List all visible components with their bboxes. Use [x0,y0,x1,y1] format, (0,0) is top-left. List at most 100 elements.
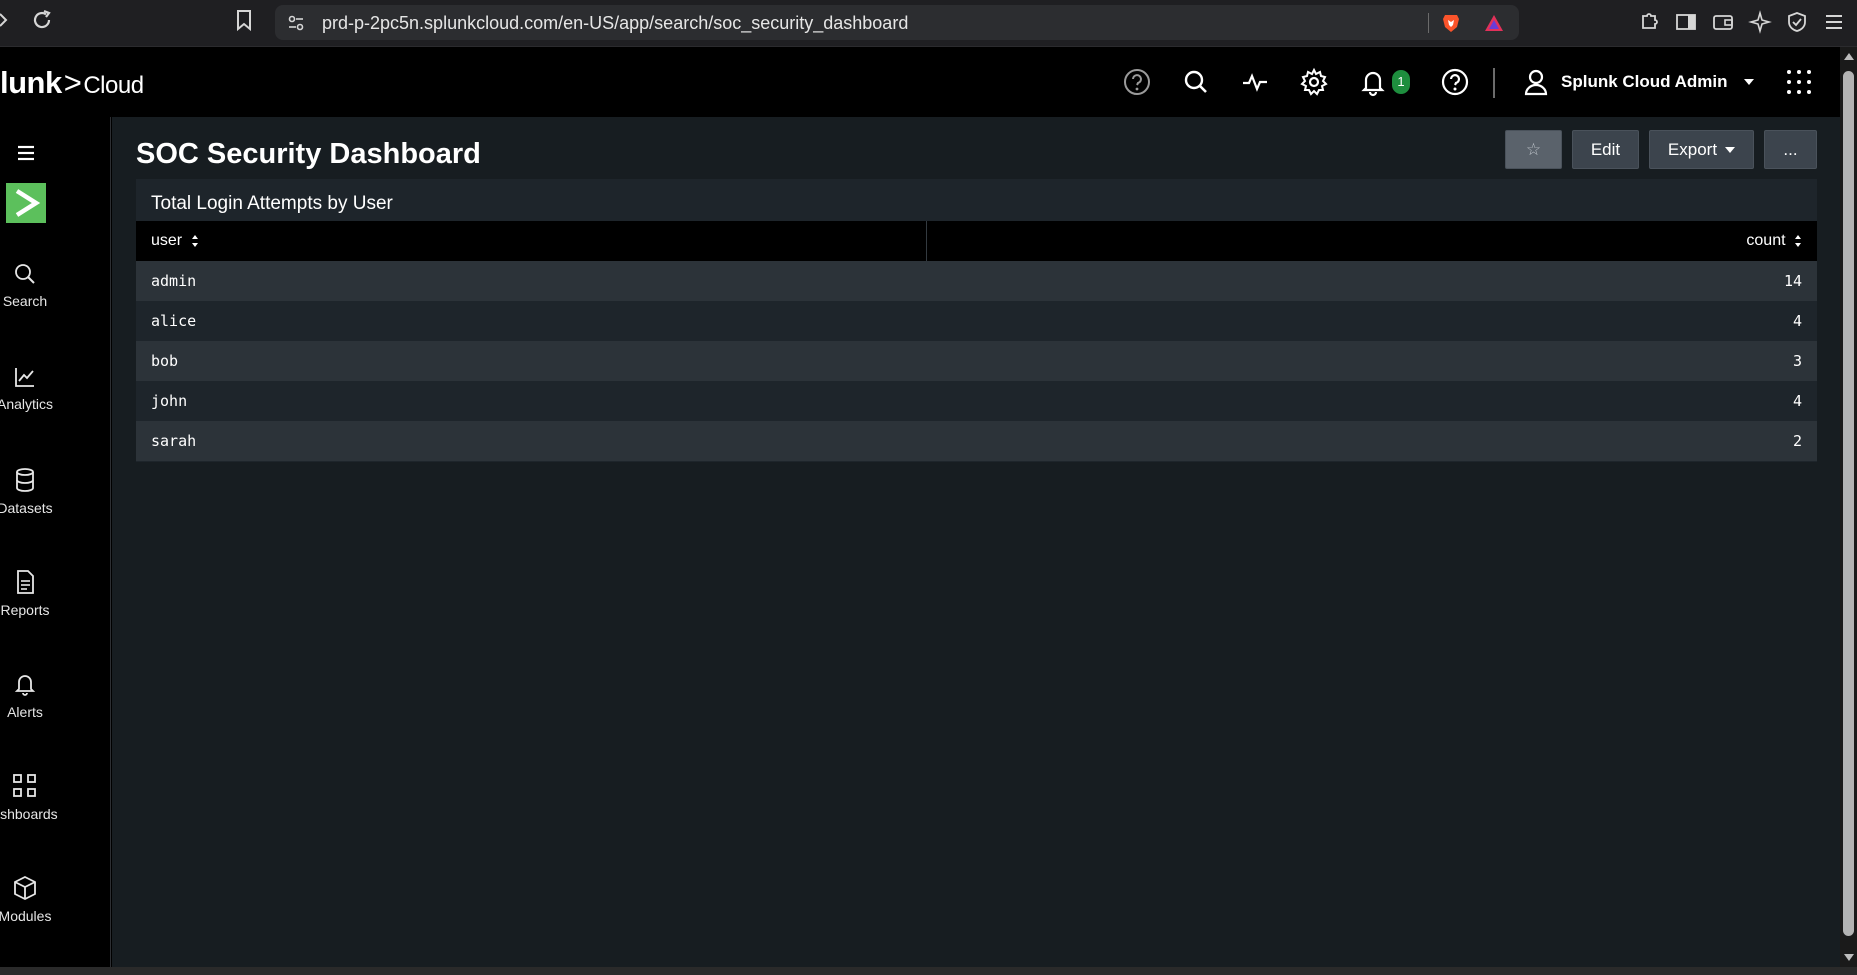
brand-separator: > [63,65,82,100]
database-icon [16,468,34,492]
cell-user: admin [151,272,197,290]
star-icon: ☆ [1525,139,1542,159]
hamburger-menu-icon[interactable] [16,145,36,161]
more-actions-button[interactable]: ... [1764,130,1817,169]
export-button[interactable]: Export [1649,130,1754,169]
back-chevron-icon[interactable] [0,8,10,38]
column-header-count[interactable]: count [1746,221,1802,261]
table-row[interactable]: bob 3 [136,341,1817,381]
sidebar-item-label: Reports [0,602,50,618]
cell-user: alice [151,312,197,330]
activity-icon[interactable] [1240,67,1270,97]
sidebar-item-label: Search [2,293,48,309]
dashboard-main: SOC Security Dashboard ☆ Edit Export ...… [112,117,1840,967]
scroll-down-arrow-icon[interactable] [1844,954,1854,961]
cell-count: 3 [1792,352,1802,370]
sidebar-item-modules[interactable]: Modules [0,875,70,924]
cell-user: john [151,392,188,410]
browser-menu-icon[interactable] [1822,10,1846,34]
table-row[interactable]: admin 14 [136,261,1817,301]
brand-sub: Cloud [83,72,144,99]
dashboard-grid-icon [13,774,36,797]
sidebar-item-datasets[interactable]: Datasets [0,467,70,516]
panel-title: Total Login Attempts by User [151,193,393,214]
sort-icon [1795,234,1801,247]
help-circle-icon[interactable] [1122,67,1152,97]
reload-icon[interactable] [30,8,54,38]
chart-icon [15,368,34,387]
sidebar-item-label: Modules [0,908,52,924]
splunk-header: lunk>Cloud 1 Splunk Cloud Admin [0,47,1840,117]
sidebar-item-dashboards[interactable]: ashboards [0,773,70,822]
settings-gear-icon[interactable] [1299,67,1329,97]
scrollbar-thumb[interactable] [1843,71,1854,936]
login-attempts-table: user count admin 14 alice 4 bob 3 john 4… [136,221,1817,461]
user-icon [1524,69,1548,96]
more-actions-label: ... [1783,139,1798,159]
document-icon [17,570,34,594]
table-row[interactable]: john 4 [136,381,1817,421]
browser-toolbar: prd-p-2pc5n.splunkcloud.com/en-US/app/se… [0,0,1857,47]
notification-count-badge[interactable]: 1 [1392,70,1410,94]
sidebar-item-label: Analytics [0,396,54,412]
column-header-label: count [1746,232,1786,249]
splunk-cloud-logo[interactable]: lunk>Cloud [0,65,144,101]
column-header-label: user [151,232,183,249]
login-attempts-panel: Total Login Attempts by User user count [136,179,1817,462]
site-settings-icon[interactable] [287,14,305,32]
notifications-bell-icon[interactable] [1358,67,1388,97]
bell-icon [14,675,36,696]
brave-rewards-icon[interactable] [1483,13,1505,33]
sidebar-item-alerts[interactable]: Alerts [0,671,70,720]
address-bar[interactable]: prd-p-2pc5n.splunkcloud.com/en-US/app/se… [275,5,1519,40]
sidebar-item-label: Alerts [7,704,43,720]
edit-button[interactable]: Edit [1572,130,1639,169]
sidebar-item-label: Datasets [0,500,53,516]
favorite-star-button[interactable]: ☆ [1505,130,1562,169]
user-account-menu[interactable]: Splunk Cloud Admin [1523,65,1754,99]
apps-grid-icon[interactable] [1786,69,1812,95]
table-header: user count [136,221,1817,261]
wallet-icon[interactable] [1711,10,1735,34]
cube-icon [14,875,36,901]
brand-main: lunk [0,65,62,100]
brave-shields-icon[interactable] [1440,12,1462,34]
sidebar-item-search[interactable]: Search [0,262,70,309]
export-button-label: Export [1667,139,1718,159]
column-divider [926,221,927,261]
app-sidebar: Search Analytics Datasets Reports Alerts [0,117,111,967]
cell-count: 2 [1792,432,1802,450]
chevron-down-icon [1725,146,1736,153]
os-taskbar-edge [0,967,1857,975]
cell-count: 14 [1783,272,1802,290]
help-icon[interactable] [1440,67,1470,97]
page-title: SOC Security Dashboard [136,138,481,170]
cell-count: 4 [1792,392,1802,410]
search-icon [15,264,35,284]
url-text[interactable]: prd-p-2pc5n.splunkcloud.com/en-US/app/se… [322,13,908,34]
cell-count: 4 [1792,312,1802,330]
scroll-up-arrow-icon[interactable] [1844,53,1854,60]
table-row[interactable]: alice 4 [136,301,1817,341]
edit-button-label: Edit [1590,139,1621,159]
column-header-user[interactable]: user [151,221,199,261]
vpn-shield-icon[interactable] [1785,10,1809,34]
search-icon[interactable] [1181,67,1211,97]
cell-user: sarah [151,432,197,450]
page-scrollbar[interactable] [1840,47,1857,967]
table-row[interactable]: sarah 2 [136,421,1817,461]
leo-ai-icon[interactable] [1748,10,1772,34]
search-app-logo[interactable] [6,183,46,223]
sort-icon [191,234,198,247]
chevron-down-icon [1743,79,1754,85]
sidebar-item-reports[interactable]: Reports [0,569,70,618]
header-divider [1493,68,1495,98]
sidebar-item-analytics[interactable]: Analytics [0,365,70,412]
cell-user: bob [151,352,179,370]
sidebar-toggle-icon[interactable] [1674,10,1698,34]
bookmark-icon[interactable] [234,8,254,38]
sidebar-item-label: ashboards [0,806,58,822]
app-chevron-icon [15,189,41,217]
extensions-icon[interactable] [1637,10,1661,34]
user-name: Splunk Cloud Admin [1561,72,1728,91]
